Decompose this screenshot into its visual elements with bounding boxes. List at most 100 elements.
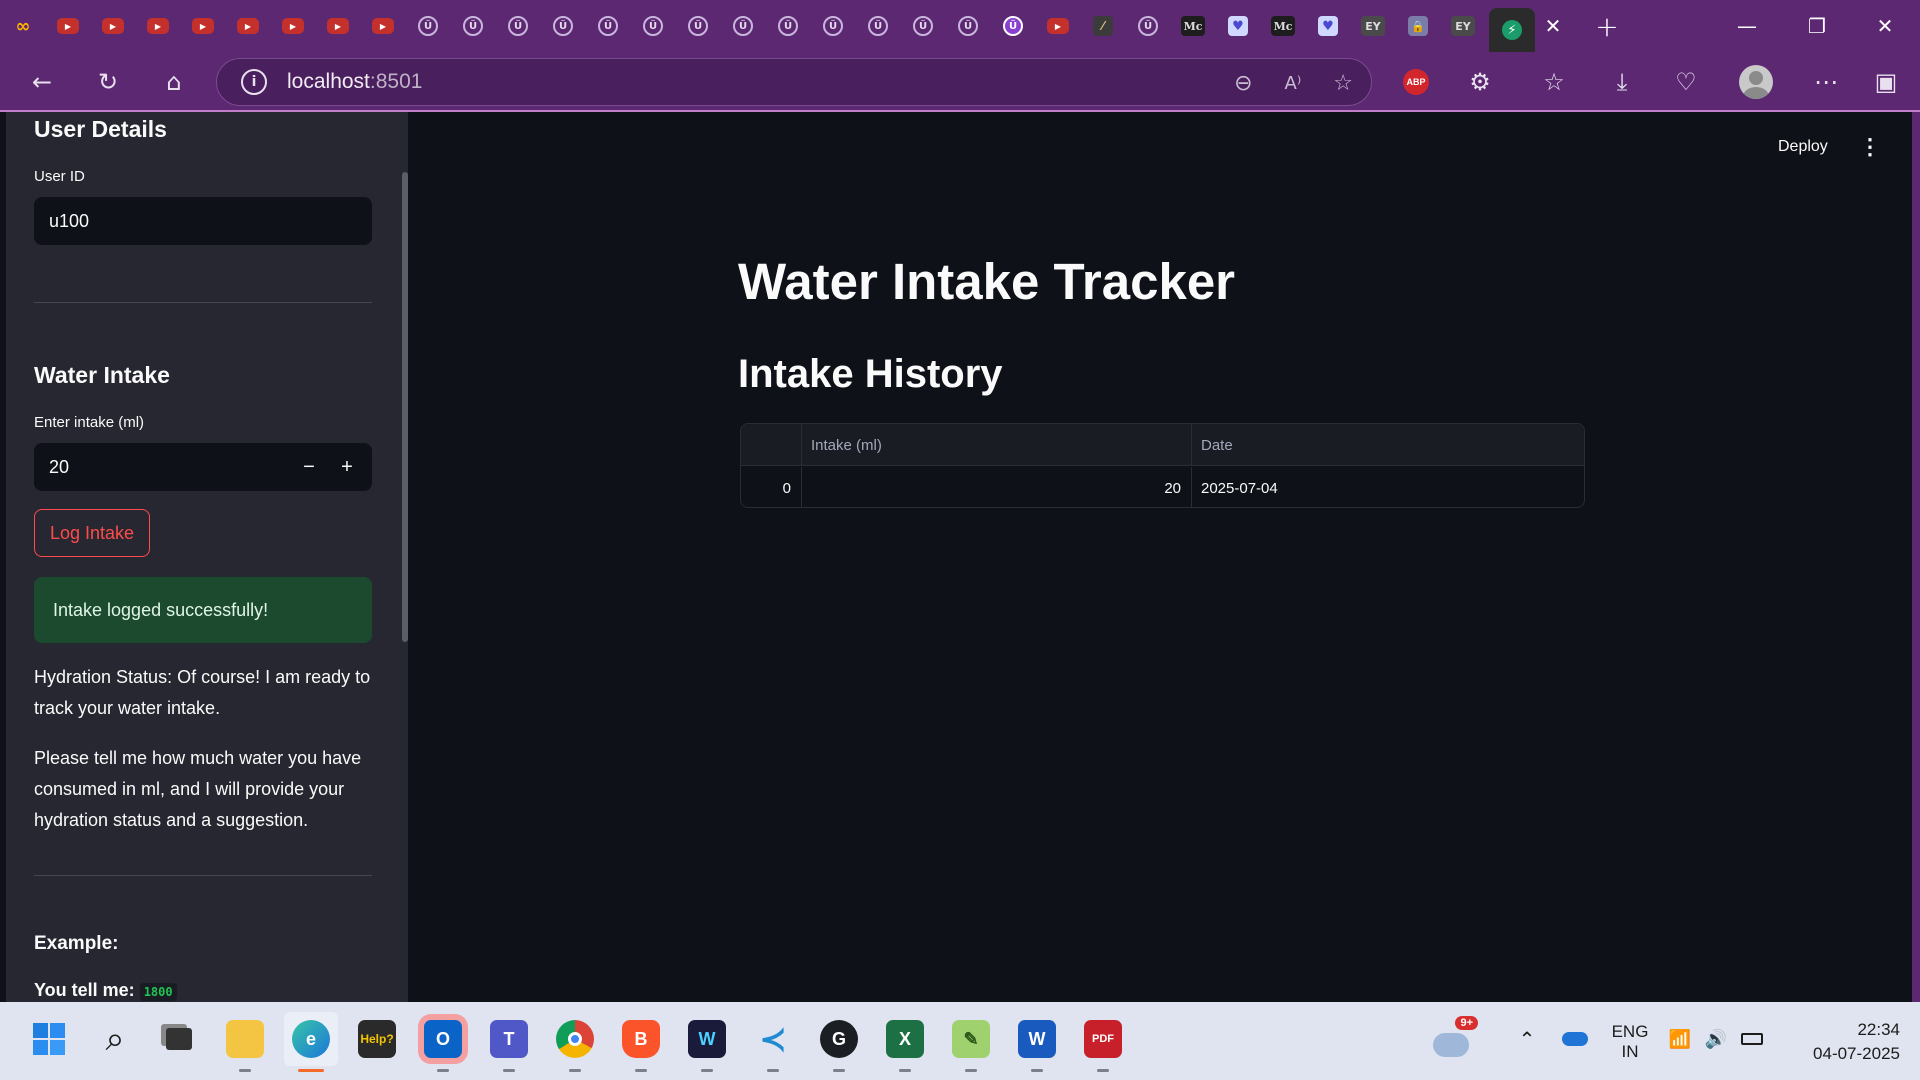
- browser-tab[interactable]: Ü: [406, 8, 450, 44]
- browser-tab[interactable]: ▶: [181, 8, 225, 44]
- site-info-icon[interactable]: i: [241, 69, 267, 95]
- browser-tab[interactable]: Ü: [676, 8, 720, 44]
- browser-tab[interactable]: Ü: [766, 8, 810, 44]
- restore-button[interactable]: ❐: [1782, 0, 1852, 52]
- browser-tab[interactable]: ♥: [1306, 8, 1350, 44]
- onedrive-icon[interactable]: [1548, 1012, 1602, 1066]
- browser-tab[interactable]: Ü: [811, 8, 855, 44]
- refresh-button[interactable]: ↻: [86, 60, 130, 104]
- close-tab-icon[interactable]: ✕: [1535, 8, 1571, 44]
- browser-tab[interactable]: ♥: [1216, 8, 1260, 44]
- increment-button[interactable]: +: [328, 443, 366, 491]
- browser-tab[interactable]: ▶: [46, 8, 90, 44]
- browser-essentials-icon[interactable]: ♡: [1664, 60, 1708, 104]
- browser-tab[interactable]: ⁄: [1081, 8, 1125, 44]
- word-icon[interactable]: W: [1010, 1012, 1064, 1072]
- vscode-icon[interactable]: ≺: [746, 1012, 800, 1072]
- file-explorer-icon[interactable]: [218, 1012, 272, 1072]
- browser-tab[interactable]: ▶: [271, 8, 315, 44]
- example-heading: Example:: [34, 933, 119, 954]
- browser-tab[interactable]: 🔒: [1396, 8, 1440, 44]
- intake-number-input[interactable]: 20 − +: [34, 443, 372, 491]
- browser-tab[interactable]: ▶: [136, 8, 180, 44]
- pdf-reader-icon[interactable]: PDF: [1076, 1012, 1130, 1072]
- outlook-icon[interactable]: O: [416, 1012, 470, 1072]
- downloads-icon[interactable]: ⤓: [1600, 60, 1644, 104]
- browser-tab[interactable]: Ü: [496, 8, 540, 44]
- language-indicator[interactable]: ENG IN: [1608, 1022, 1652, 1062]
- tab-active[interactable]: ⚡: [1489, 8, 1535, 52]
- start-button[interactable]: [22, 1012, 76, 1066]
- user-id-input[interactable]: u100: [34, 197, 372, 245]
- show-hidden-icons[interactable]: ⌃: [1500, 1012, 1554, 1066]
- intake-column-header[interactable]: Intake (ml): [802, 424, 1192, 466]
- browser-tab[interactable]: EY: [1351, 8, 1395, 44]
- yt-favicon-icon: ▶: [237, 18, 259, 34]
- browser-tab[interactable]: Ü: [541, 8, 585, 44]
- home-button[interactable]: ⌂: [152, 60, 196, 104]
- search-icon[interactable]: ⌕: [88, 1012, 142, 1066]
- browser-tab[interactable]: Ü: [1126, 8, 1170, 44]
- browser-tab[interactable]: Mc: [1171, 8, 1215, 44]
- close-window-button[interactable]: ✕: [1850, 0, 1920, 52]
- browser-tab[interactable]: Mc: [1261, 8, 1305, 44]
- read-aloud-icon[interactable]: A⁾: [1285, 73, 1302, 94]
- main-menu-icon[interactable]: ⋮: [1858, 134, 1882, 160]
- notepad-icon[interactable]: ✎: [944, 1012, 998, 1072]
- browser-tab[interactable]: ▶: [361, 8, 405, 44]
- heart-favicon-icon: ♥: [1228, 16, 1248, 36]
- edge-browser-icon[interactable]: e: [284, 1012, 338, 1072]
- zoom-out-icon[interactable]: ⊖: [1234, 71, 1252, 96]
- sidebar-toggle-icon[interactable]: ▣: [1864, 60, 1908, 104]
- deploy-button[interactable]: Deploy: [1778, 138, 1828, 156]
- settings-more-icon[interactable]: ⋯: [1804, 60, 1848, 104]
- wifi-icon[interactable]: 📶: [1662, 1012, 1698, 1066]
- adblock-extension-icon[interactable]: ABP: [1394, 60, 1438, 104]
- battery-icon[interactable]: [1734, 1012, 1770, 1066]
- chrome-icon[interactable]: [548, 1012, 602, 1072]
- excel-icon[interactable]: X: [878, 1012, 932, 1072]
- browser-tab[interactable]: Ü: [991, 8, 1035, 44]
- clock[interactable]: 22:34 04-07-2025: [1786, 1020, 1900, 1064]
- webex-icon[interactable]: W: [680, 1012, 734, 1072]
- log-intake-button[interactable]: Log Intake: [34, 509, 151, 557]
- brave-icon[interactable]: B: [614, 1012, 668, 1072]
- date-column-header[interactable]: Date: [1192, 424, 1584, 466]
- intake-value[interactable]: 20: [49, 457, 69, 478]
- favorite-star-icon[interactable]: ☆: [1333, 71, 1353, 96]
- lock-favicon-icon: 🔒: [1408, 16, 1428, 36]
- ring-favicon-icon: Ü: [868, 16, 888, 36]
- task-view-icon[interactable]: [152, 1012, 206, 1066]
- table-header-row: Intake (ml) Date: [741, 424, 1584, 466]
- browser-tab[interactable]: ▶: [316, 8, 360, 44]
- new-tab-button[interactable]: +: [1589, 8, 1625, 44]
- date-cell[interactable]: 2025-07-04: [1192, 467, 1584, 507]
- browser-tab[interactable]: ▶: [226, 8, 270, 44]
- back-button[interactable]: ←: [20, 60, 64, 104]
- volume-icon[interactable]: 🔊: [1698, 1012, 1734, 1066]
- browser-tab[interactable]: Ü: [856, 8, 900, 44]
- browser-tab[interactable]: Ü: [586, 8, 630, 44]
- browser-tab[interactable]: Ü: [901, 8, 945, 44]
- decrement-button[interactable]: −: [290, 443, 328, 491]
- browser-tab[interactable]: EY: [1441, 8, 1485, 44]
- browser-tab[interactable]: Ü: [721, 8, 765, 44]
- intake-history-table[interactable]: Intake (ml) Date 0 20 2025-07-04: [740, 423, 1585, 508]
- teams-icon[interactable]: T: [482, 1012, 536, 1072]
- url-text[interactable]: localhost:8501: [287, 70, 422, 94]
- favorites-icon[interactable]: ☆: [1532, 60, 1576, 104]
- weather-widget-icon[interactable]: 9+: [1424, 1012, 1478, 1066]
- browser-tab[interactable]: ∞: [1, 8, 45, 44]
- browser-tab[interactable]: Ü: [631, 8, 675, 44]
- minimize-button[interactable]: —: [1712, 0, 1782, 52]
- profile-avatar[interactable]: [1734, 60, 1778, 104]
- help-app-icon[interactable]: Help?: [350, 1012, 404, 1066]
- address-bar[interactable]: i localhost:8501 ⊖ A⁾ ☆: [216, 58, 1372, 106]
- extensions-icon[interactable]: ⚙: [1458, 60, 1502, 104]
- browser-tab[interactable]: Ü: [946, 8, 990, 44]
- browser-tab[interactable]: ▶: [1036, 8, 1080, 44]
- browser-tab[interactable]: Ü: [451, 8, 495, 44]
- intake-cell[interactable]: 20: [802, 467, 1192, 507]
- github-icon[interactable]: G: [812, 1012, 866, 1072]
- browser-tab[interactable]: ▶: [91, 8, 135, 44]
